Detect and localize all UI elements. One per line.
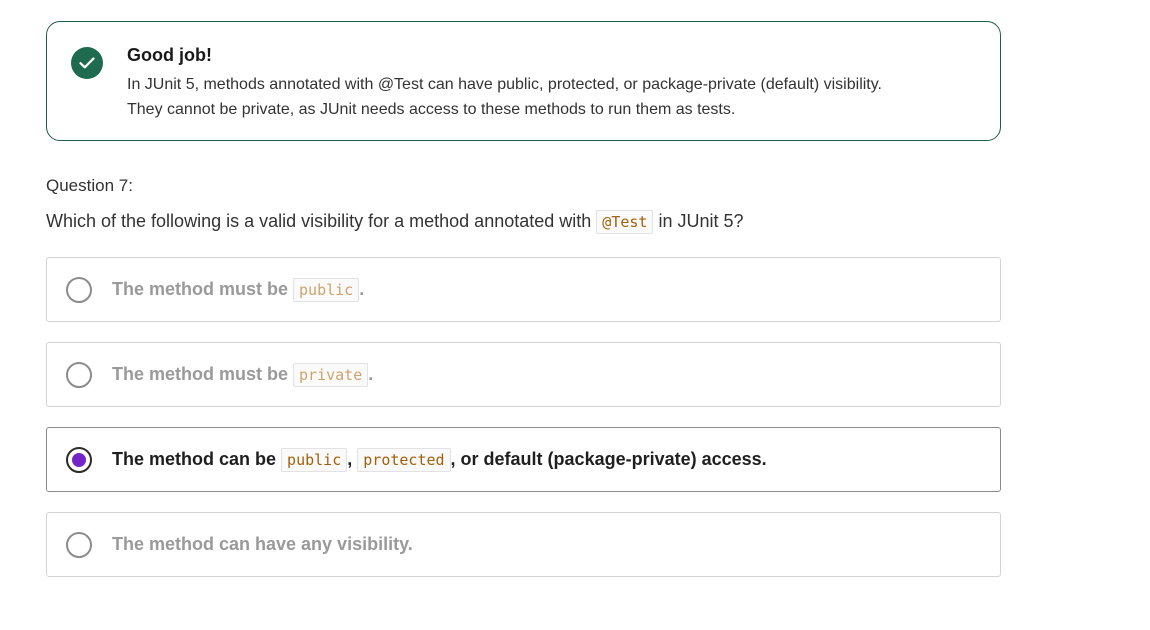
answer-code: protected	[357, 448, 451, 472]
answer-option-2[interactable]: The method must be private.	[46, 342, 1001, 407]
feedback-box: Good job! In JUnit 5, methods annotated …	[46, 21, 1001, 141]
answer-option-4[interactable]: The method can have any visibility.	[46, 512, 1001, 577]
answer-suffix: .	[359, 279, 365, 299]
feedback-line-1: In JUnit 5, methods annotated with @Test…	[127, 76, 882, 93]
answer-option-1[interactable]: The method must be public.	[46, 257, 1001, 322]
answer-separator: ,	[347, 449, 353, 469]
question-text-before: Which of the following is a valid visibi…	[46, 211, 592, 231]
check-icon	[71, 47, 103, 79]
question-number: Question 7:	[46, 176, 133, 195]
question-text-after: in JUnit 5?	[658, 211, 744, 231]
radio-button[interactable]	[66, 277, 92, 303]
answer-option-3[interactable]: The method can be public, protected, or …	[46, 427, 1001, 492]
answer-suffix: , or default (package-private) access.	[450, 449, 767, 469]
answer-code: private	[293, 363, 369, 387]
answer-text: The method must be	[112, 279, 289, 299]
radio-button[interactable]	[66, 532, 92, 558]
answer-label: The method must be public.	[112, 278, 365, 302]
feedback-title: Good job!	[127, 45, 212, 65]
feedback-line-2: They cannot be private, as JUnit needs a…	[127, 101, 736, 118]
quiz-container: Good job! In JUnit 5, methods annotated …	[46, 21, 1001, 577]
radio-button-selected[interactable]	[66, 447, 92, 473]
answer-code: public	[293, 278, 360, 302]
answer-suffix: .	[368, 364, 374, 384]
question-code: @Test	[596, 210, 654, 234]
answer-text: The method must be	[112, 364, 289, 384]
answer-code: public	[281, 448, 348, 472]
question-text: Which of the following is a valid visibi…	[46, 210, 744, 234]
answer-text: The method can be	[112, 449, 277, 469]
answer-label: The method must be private.	[112, 363, 374, 387]
radio-button[interactable]	[66, 362, 92, 388]
answer-text: The method can have any visibility.	[112, 534, 413, 554]
answer-label: The method can have any visibility.	[112, 534, 413, 555]
answer-label: The method can be public, protected, or …	[112, 448, 767, 472]
